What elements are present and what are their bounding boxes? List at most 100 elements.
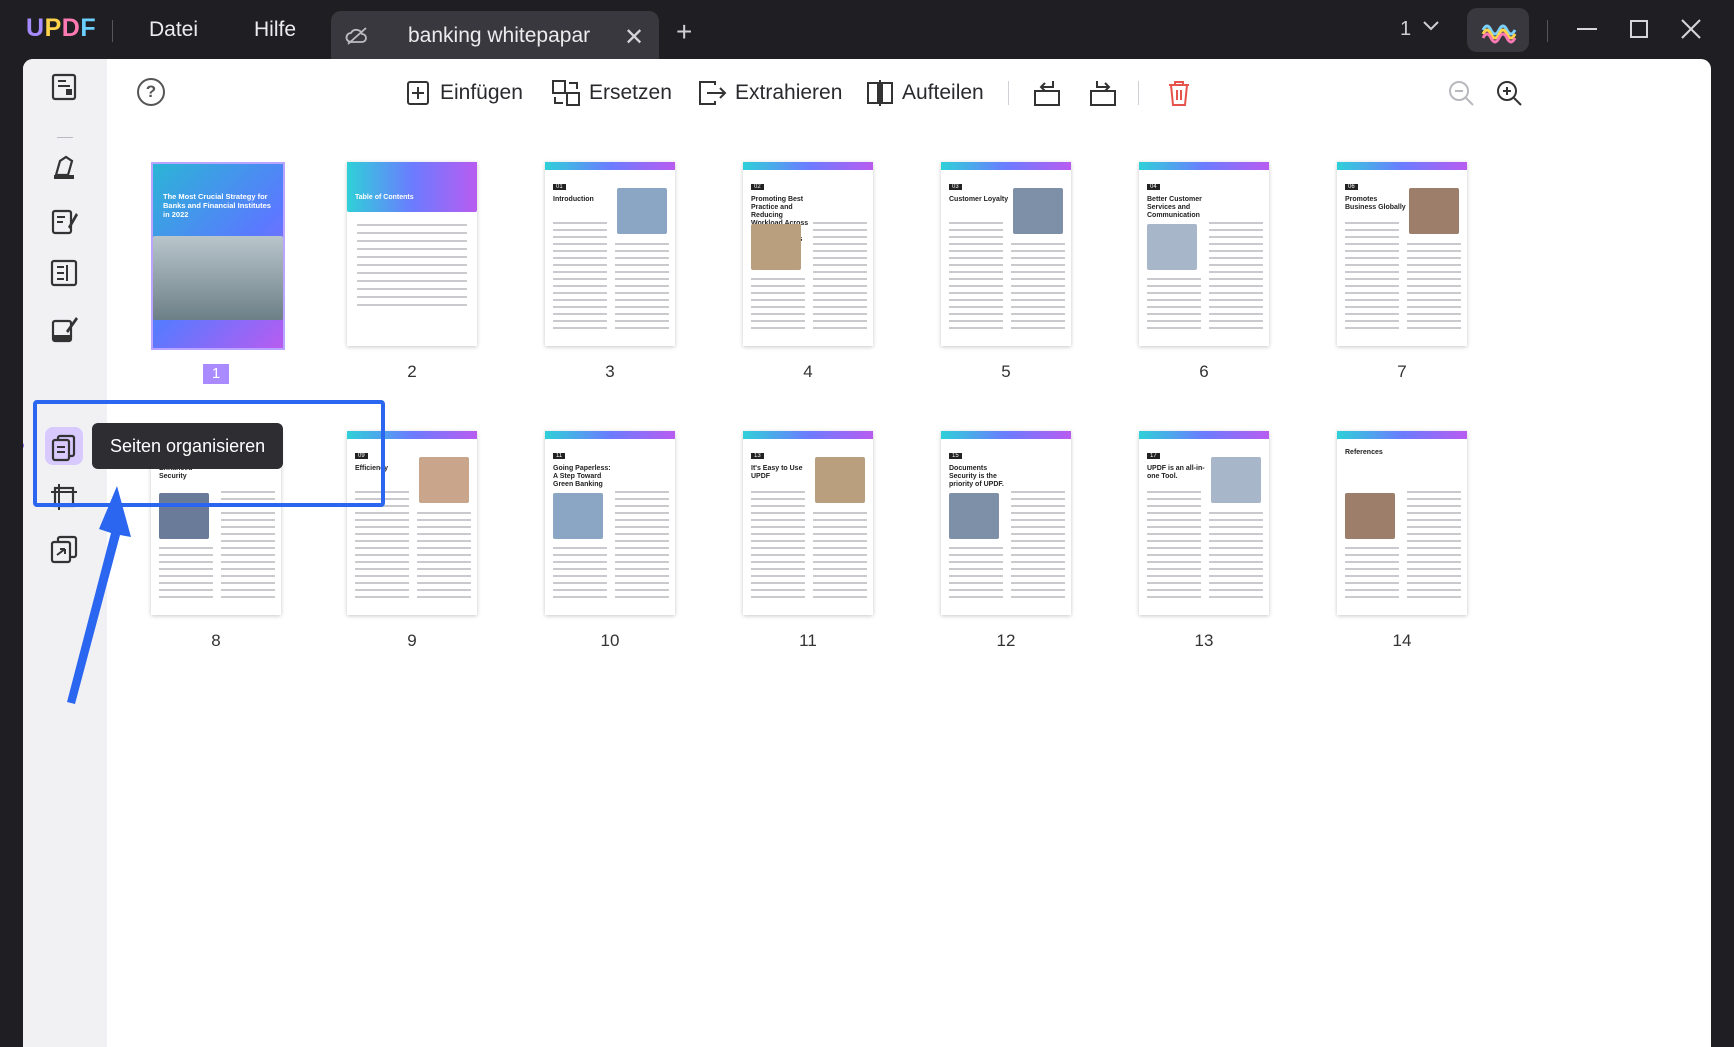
text-line <box>417 519 471 521</box>
text-line <box>553 271 607 273</box>
document-tab[interactable]: banking whitepapar ✕ <box>331 11 659 62</box>
menu-help[interactable]: Hilfe <box>254 18 296 42</box>
avatar[interactable] <box>1467 8 1529 52</box>
rotate-left-icon[interactable] <box>1031 77 1063 109</box>
text-line <box>615 498 669 500</box>
text-line <box>417 561 471 563</box>
page-thumbnail[interactable]: 13 It's Easy to Use UPDF <box>743 431 873 615</box>
page-thumbnail[interactable]: 04 Better Customer Services and Communica… <box>1139 162 1269 346</box>
page-thumbnail[interactable]: Table of Contents <box>347 162 477 346</box>
text-line <box>615 561 669 563</box>
text-line <box>949 222 1003 224</box>
text-line <box>949 264 1003 266</box>
menu-file[interactable]: Datei <box>149 18 198 42</box>
text-line <box>615 264 669 266</box>
zoom-in-icon[interactable] <box>1493 77 1525 109</box>
page-thumbnail[interactable]: 03 Customer Loyalty <box>941 162 1071 346</box>
extract-button[interactable]: Extrahieren <box>697 77 842 109</box>
window-divider <box>1547 20 1548 42</box>
text-line <box>1147 285 1201 287</box>
text-line <box>1345 222 1399 224</box>
extract-icon <box>699 81 727 105</box>
text-line <box>751 519 805 521</box>
text-line <box>615 554 669 556</box>
text-line <box>1147 327 1201 329</box>
page-photo <box>617 188 667 234</box>
text-line <box>615 512 669 514</box>
text-line <box>553 547 607 549</box>
text-line <box>553 257 607 259</box>
page-headline: References <box>1345 449 1383 456</box>
insert-button[interactable]: Einfügen <box>406 77 523 109</box>
page-photo <box>1013 188 1063 234</box>
text-line <box>615 533 669 535</box>
text-line <box>1407 264 1461 266</box>
text-line <box>615 582 669 584</box>
page-header-bar <box>1139 431 1269 439</box>
text-line <box>1345 589 1399 591</box>
text-line <box>1209 299 1263 301</box>
text-line <box>1147 505 1201 507</box>
text-line <box>1345 561 1399 563</box>
text-line <box>1345 327 1399 329</box>
text-line <box>1147 554 1201 556</box>
text-line <box>553 320 607 322</box>
page-thumbnail[interactable]: 17 UPDF is an all-in-one Tool. <box>1139 431 1269 615</box>
page-thumbnail[interactable]: 06 Promotes Business Globally <box>1337 162 1467 346</box>
chevron-down-icon[interactable] <box>1420 16 1442 36</box>
page-number: 7 <box>1397 362 1407 381</box>
replace-button[interactable]: Ersetzen <box>551 77 672 109</box>
text-line <box>751 512 805 514</box>
text-line <box>1209 264 1263 266</box>
text-line <box>1345 285 1399 287</box>
insert-page-icon <box>407 81 429 105</box>
text-line <box>949 299 1003 301</box>
page-selector-value[interactable]: 1 <box>1400 18 1411 41</box>
text-line <box>417 589 471 591</box>
updf-logo: UPDF <box>26 14 97 42</box>
text-line <box>553 568 607 570</box>
text-line <box>813 243 867 245</box>
text-line <box>553 596 607 598</box>
new-tab-button[interactable]: + <box>676 16 692 48</box>
text-line <box>221 547 275 549</box>
text-line <box>1407 582 1461 584</box>
page-thumbnail[interactable]: References <box>1337 431 1467 615</box>
text-line <box>615 285 669 287</box>
text-line <box>949 568 1003 570</box>
text-line <box>553 313 607 315</box>
text-line <box>1407 575 1461 577</box>
text-line <box>1345 278 1399 280</box>
text-line <box>949 596 1003 598</box>
close-window-icon[interactable] <box>1678 16 1704 42</box>
text-line <box>1407 271 1461 273</box>
text-line <box>553 327 607 329</box>
text-line <box>1345 306 1399 308</box>
text-line <box>355 540 409 542</box>
text-line <box>751 285 805 287</box>
page-thumbnail[interactable]: 02Promoting Best Practice and Reducing W… <box>743 162 873 346</box>
text-line <box>751 299 805 301</box>
text-line <box>1011 313 1065 315</box>
text-line <box>1209 250 1263 252</box>
delete-icon[interactable] <box>1163 77 1195 109</box>
zoom-out-icon[interactable] <box>1445 77 1477 109</box>
text-line <box>1209 519 1263 521</box>
page-headline: It's Easy to Use UPDF <box>751 465 803 480</box>
text-line <box>1147 561 1201 563</box>
split-button[interactable]: Aufteilen <box>866 77 984 109</box>
section-number: 04 <box>1147 184 1160 190</box>
text-line <box>949 250 1003 252</box>
text-line <box>355 582 409 584</box>
text-line <box>1407 533 1461 535</box>
page-thumbnail[interactable]: 11 Going Paperless: A Step Toward Green B… <box>545 431 675 615</box>
page-thumbnail[interactable]: 15 Documents Security is the priority of … <box>941 431 1071 615</box>
menu-divider <box>112 20 113 42</box>
maximize-icon[interactable] <box>1626 16 1652 42</box>
text-line <box>1407 540 1461 542</box>
text-line <box>1407 547 1461 549</box>
minimize-icon[interactable] <box>1574 16 1600 42</box>
close-tab-icon[interactable]: ✕ <box>624 23 644 52</box>
rotate-right-icon[interactable] <box>1087 77 1119 109</box>
page-thumbnail[interactable]: 01 Introduction <box>545 162 675 346</box>
